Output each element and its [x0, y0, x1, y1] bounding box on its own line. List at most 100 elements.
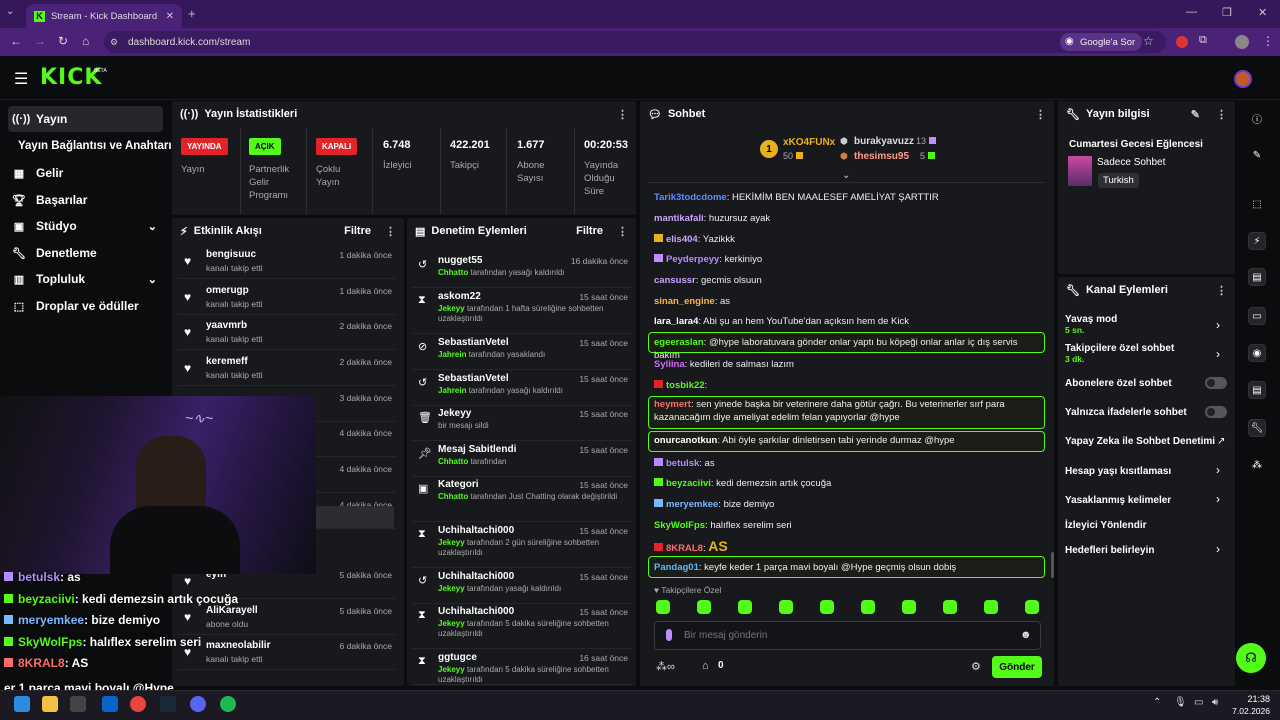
moderation-item[interactable]: ↺ SebastianVetel Jahrein tarafından yasağı… — [412, 370, 632, 406]
moderation-item[interactable]: ↺ Uchihaltachi000 Jekeyy tarafından yasağı… — [412, 568, 632, 604]
expand-leaderboard-icon[interactable]: ⌄ — [842, 170, 850, 181]
emote-icon[interactable] — [902, 600, 916, 614]
chat-scrollbar[interactable] — [1051, 552, 1054, 578]
chat-username[interactable]: 8KRAL8 — [666, 543, 703, 554]
chat-username[interactable]: beyzaciivi — [666, 478, 711, 489]
moderation-item[interactable]: ⧗ askom22 Jekeyy tarafından 1 hafta süreli… — [412, 288, 632, 334]
chat-username[interactable]: tosbik22 — [666, 380, 705, 391]
chat-username[interactable]: elis404 — [666, 234, 698, 245]
moderation-target[interactable]: Kategori — [438, 479, 479, 490]
moderation-item[interactable]: ⊘ SebastianVetel Jahrein tarafından yasakl… — [412, 334, 632, 370]
sidebar-item-studyo[interactable]: ▣ Stüdyo ⌄ — [8, 213, 163, 239]
clock-date[interactable]: 7.02.2026 — [1228, 706, 1270, 716]
activity-filter-button[interactable]: Filtre — [344, 225, 371, 237]
moderation-target[interactable]: Jekeyy — [438, 408, 471, 419]
moderation-target[interactable]: Uchihaltachi000 — [438, 571, 514, 582]
goals-row[interactable]: Hedefleri belirleyin — [1065, 545, 1154, 556]
account-age-row[interactable]: Hesap yaşı kısıtlaması — [1065, 466, 1171, 477]
emote-icon[interactable] — [697, 600, 711, 614]
top2-name[interactable]: burakyavuzz — [854, 136, 914, 147]
user-avatar[interactable] — [1234, 70, 1252, 88]
tab-search-icon[interactable]: ⌄ — [6, 6, 14, 17]
chat-menu-icon[interactable]: ⋮ — [1035, 108, 1046, 121]
extension-icon[interactable] — [1176, 36, 1188, 48]
browser-menu-icon[interactable]: ⋮ — [1262, 34, 1274, 48]
sidebar-item-stream-key[interactable]: Yayın Bağlantısı ve Anahtarı — [14, 133, 174, 159]
chevron-right-icon[interactable]: › — [1216, 318, 1220, 332]
chat-message-input[interactable] — [684, 627, 1004, 644]
activity-item[interactable]: ♥ keremeff kanalı takip etti 2 dakika önce — [178, 351, 396, 386]
moderation-target[interactable]: ggtugce — [438, 652, 477, 663]
moderation-target[interactable]: SebastianVetel — [438, 373, 509, 384]
support-headset-icon[interactable]: ☊ — [1236, 643, 1266, 673]
chat-username[interactable]: onurcanotkun — [654, 435, 717, 446]
moderation-menu-icon[interactable]: ⋮ — [617, 225, 628, 238]
emote-icon[interactable] — [984, 600, 998, 614]
file-explorer-icon[interactable] — [42, 696, 58, 712]
chat-bubble-icon[interactable]: ▭ — [1248, 307, 1266, 325]
top3-name[interactable]: thesimsu95 — [854, 151, 909, 162]
steam-icon[interactable] — [160, 696, 176, 712]
moderation-item[interactable]: ⧗ ggtugce Jekeyy tarafından 5 dakika sürel… — [412, 649, 632, 685]
maximize-icon[interactable]: ❐ — [1222, 6, 1232, 19]
discord-icon[interactable] — [190, 696, 206, 712]
stream-info-menu-icon[interactable]: ⋮ — [1216, 108, 1227, 121]
chat-username[interactable]: meryemkee — [666, 499, 718, 510]
close-tab-icon[interactable]: ✕ — [166, 11, 174, 22]
chat-username[interactable]: SkyWolFps — [654, 520, 705, 531]
leader-name[interactable]: xKO4FUNx — [783, 137, 835, 148]
activity-menu-icon[interactable]: ⋮ — [385, 225, 396, 238]
activity-username[interactable]: bengisuuc — [206, 249, 256, 260]
chrome-icon[interactable] — [130, 696, 146, 712]
emote-icon[interactable] — [656, 600, 670, 614]
extensions-puzzle-icon[interactable]: ⧉ — [1199, 34, 1207, 47]
emote-icon[interactable] — [1025, 600, 1039, 614]
emote-icon[interactable] — [861, 600, 875, 614]
monitor-icon[interactable]: ▭ — [1194, 697, 1203, 708]
banned-words-row[interactable]: Yasaklanmış kelimeler — [1065, 495, 1171, 506]
activity-username[interactable]: keremeff — [206, 356, 248, 367]
chat-username[interactable]: Tarik3todcdome — [654, 192, 727, 203]
lightning-icon[interactable]: ⚡︎ — [1248, 232, 1266, 250]
emotes-only-toggle[interactable] — [1205, 406, 1227, 418]
sidebar-item-denetleme[interactable]: 🔧︎ Denetleme — [8, 240, 163, 266]
hamburger-menu-icon[interactable]: ☰ — [14, 69, 28, 89]
emote-icon[interactable] — [820, 600, 834, 614]
moderation-item[interactable]: ⧗ Uchihaltachi000 Jekeyy tarafından 2 gün … — [412, 522, 632, 568]
mic-tray-icon[interactable]: 🎙︎ — [1174, 697, 1187, 708]
new-tab-icon[interactable]: + — [188, 6, 196, 21]
emote-icon[interactable] — [738, 600, 752, 614]
tray-chevron-icon[interactable]: ⌃ — [1153, 697, 1161, 708]
edit-pencil-icon[interactable]: ✎ — [1191, 108, 1200, 121]
moderation-item[interactable]: 🗑︎ Jekeyy bir mesajı sildi 15 saat önce — [412, 405, 632, 441]
activity-item[interactable]: ♥ yaavmrb kanalı takip etti 2 dakika önce — [178, 315, 396, 350]
sidebar-item-topluluk[interactable]: ▥ Topluluk ⌄ — [8, 266, 163, 292]
sidebar-item-yayin[interactable]: ((·)) Yayın — [8, 106, 163, 132]
category-name[interactable]: Sadece Sohbet — [1097, 157, 1165, 168]
store-icon[interactable]: ⌂ — [702, 660, 709, 672]
clock-time[interactable]: 21:38 — [1238, 694, 1270, 704]
activity-username[interactable]: yaavmrb — [206, 320, 247, 331]
send-button[interactable]: Gönder — [992, 656, 1042, 678]
chevron-right-icon[interactable]: › — [1216, 542, 1220, 556]
activity-item[interactable]: ♥ omerugp kanalı takip etti 1 dakika önce — [178, 280, 396, 315]
clip-icon[interactable]: ⬚ — [1248, 195, 1266, 213]
chat-username[interactable]: heymert — [654, 399, 691, 410]
chat-username[interactable]: Syliina — [654, 359, 685, 370]
moderator-name[interactable]: Jekeyy — [438, 304, 465, 313]
raid-row[interactable]: İzleyici Yönlendir — [1065, 520, 1147, 531]
moderator-name[interactable]: Jekeyy — [438, 538, 465, 547]
activity-username[interactable]: omerugp — [206, 285, 249, 296]
chat-username[interactable]: Peyderpeyy — [666, 254, 719, 265]
chat-username[interactable]: Pandag01 — [654, 562, 699, 573]
moderator-name[interactable]: Jahrein — [438, 350, 466, 359]
chat-username[interactable]: sinan_engine — [654, 296, 715, 307]
profile-avatar[interactable] — [1235, 35, 1249, 49]
clipboard-icon[interactable]: ▤ — [1248, 268, 1266, 286]
moderation-target[interactable]: SebastianVetel — [438, 337, 509, 348]
chat-username[interactable]: egeeraslan — [654, 337, 704, 348]
chat-settings-icon[interactable]: ⚙ — [971, 660, 981, 673]
pencil-icon[interactable]: ✎ — [1248, 146, 1266, 164]
moderator-name[interactable]: Jekeyy — [438, 584, 465, 593]
browser-tab[interactable]: K Stream - Kick Dashboard ✕ — [26, 4, 182, 28]
